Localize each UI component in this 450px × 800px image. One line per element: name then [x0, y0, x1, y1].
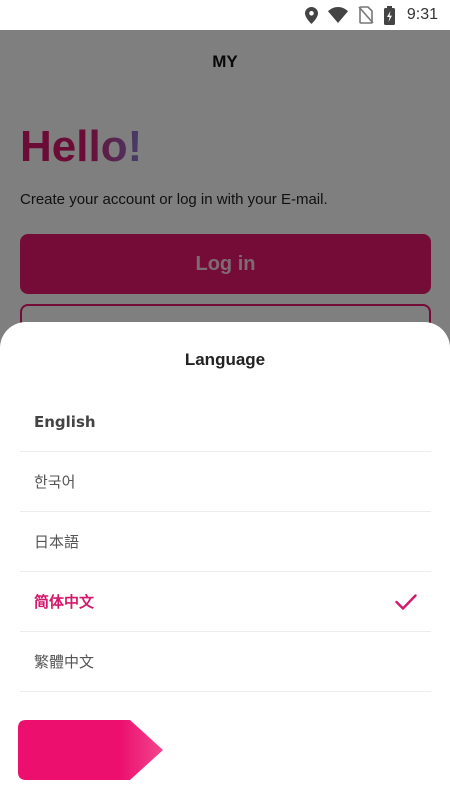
language-sheet: Language English 한국어 日本語 简体中文 繁體中文: [0, 322, 450, 800]
status-bar: 9:31: [0, 0, 450, 30]
next-arrow-button[interactable]: [18, 720, 163, 780]
language-option-japanese[interactable]: 日本語: [20, 512, 431, 572]
language-label: 日本語: [34, 533, 80, 551]
checkmark-icon: [395, 593, 417, 610]
language-label: English: [34, 412, 96, 431]
arrow-shape-icon: [18, 720, 163, 780]
language-option-english[interactable]: English: [20, 392, 431, 452]
language-option-korean[interactable]: 한국어: [20, 452, 431, 512]
language-label: 繁體中文: [34, 653, 95, 671]
language-option-traditional-chinese[interactable]: 繁體中文: [20, 632, 431, 692]
battery-charging-icon: [383, 5, 395, 25]
language-label: 简体中文: [34, 593, 95, 611]
clock-time: 9:31: [406, 6, 438, 23]
no-sim-icon: [358, 6, 374, 24]
sheet-title: Language: [184, 350, 266, 369]
wifi-icon: [327, 7, 348, 23]
location-icon: [304, 6, 318, 24]
language-list: English 한국어 日本語 简体中文 繁體中文: [20, 392, 431, 692]
language-label: 한국어: [34, 473, 76, 491]
language-option-simplified-chinese[interactable]: 简体中文: [20, 572, 431, 632]
